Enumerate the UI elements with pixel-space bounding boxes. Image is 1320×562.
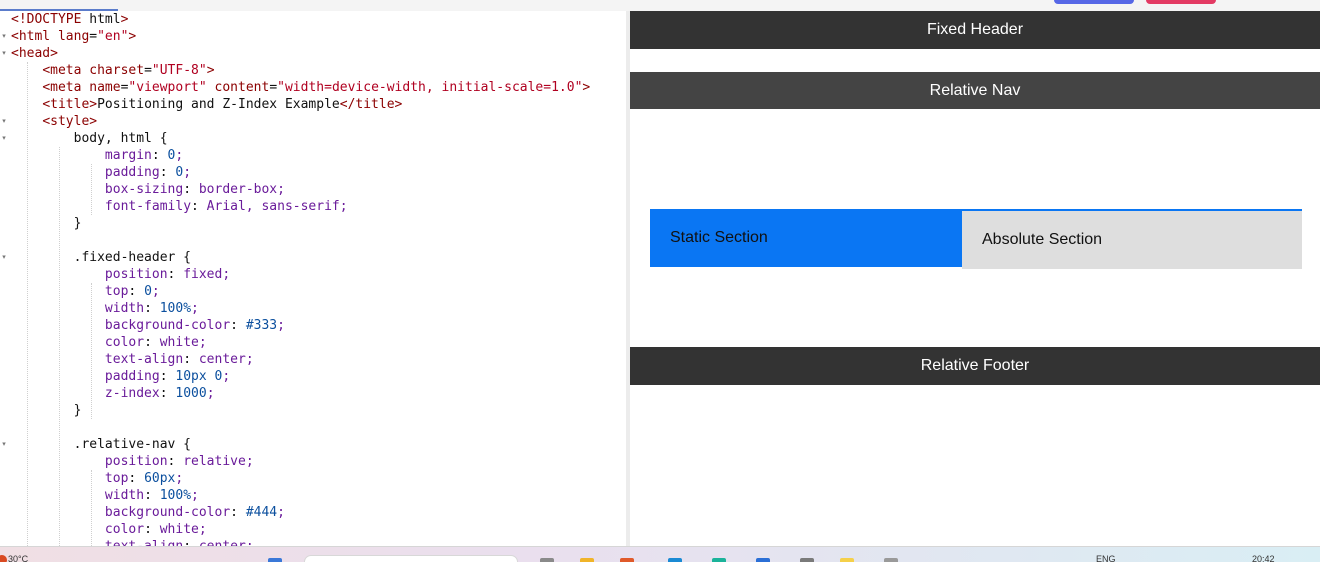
start-icon[interactable] <box>268 558 282 562</box>
code-line[interactable]: top: 60px; <box>0 470 626 487</box>
active-app-icon[interactable] <box>840 558 854 562</box>
fixed-header: Fixed Header <box>630 11 1320 49</box>
static-section: Static Section <box>650 209 962 267</box>
taskbar-search-box[interactable] <box>304 555 518 562</box>
code-line[interactable]: <meta charset="UTF-8"> <box>0 62 626 79</box>
code-editor[interactable]: <!DOCTYPE html> ▾ <html lang="en"> ▾ <head> … <box>0 11 626 546</box>
edge-icon[interactable] <box>712 558 726 562</box>
code-line[interactable]: .fixed-header { <box>0 249 626 266</box>
task-view-icon[interactable] <box>540 558 554 562</box>
code-line[interactable]: } <box>0 215 626 232</box>
chrome-icon[interactable] <box>884 558 898 562</box>
code-line[interactable]: text-align: center; <box>0 538 626 546</box>
code-line[interactable]: color: white; <box>0 521 626 538</box>
preview-pane: Fixed Header Relative Nav Static Section… <box>630 11 1320 546</box>
code-line[interactable] <box>0 419 626 436</box>
code-line[interactable]: margin: 0; <box>0 147 626 164</box>
store-icon[interactable] <box>756 558 770 562</box>
browser-icon[interactable] <box>668 558 682 562</box>
code-line[interactable]: .relative-nav { <box>0 436 626 453</box>
code-line[interactable]: <style> <box>0 113 626 130</box>
app-window: <!DOCTYPE html> ▾ <html lang="en"> ▾ <head> … <box>0 0 1320 562</box>
code-line[interactable]: font-family: Arial, sans-serif; <box>0 198 626 215</box>
app-icon[interactable] <box>620 558 634 562</box>
code-line[interactable]: background-color: #444; <box>0 504 626 521</box>
absolute-section: Absolute Section <box>962 209 1302 269</box>
code-line[interactable]: top: 0; <box>0 283 626 300</box>
code-line[interactable]: box-sizing: border-box; <box>0 181 626 198</box>
weather-icon[interactable] <box>0 555 7 562</box>
run-button[interactable] <box>1054 0 1134 4</box>
code-line[interactable]: position: relative; <box>0 453 626 470</box>
code-line[interactable]: } <box>0 402 626 419</box>
code-line[interactable]: padding: 0; <box>0 164 626 181</box>
code-line[interactable]: <meta name="viewport" content="width=dev… <box>0 79 626 96</box>
clock[interactable]: 20:42 <box>1252 554 1275 562</box>
code-line[interactable]: background-color: #333; <box>0 317 626 334</box>
code-line[interactable]: z-index: 1000; <box>0 385 626 402</box>
taskbar: 30°C ENG 20:42 <box>0 546 1320 562</box>
weather-temperature[interactable]: 30°C <box>8 554 28 562</box>
code-line[interactable] <box>0 232 626 249</box>
stop-button[interactable] <box>1146 0 1216 4</box>
code-line[interactable]: <!DOCTYPE html> <box>0 11 626 28</box>
code-line[interactable]: <html lang="en"> <box>0 28 626 45</box>
code-line[interactable]: <head> <box>0 45 626 62</box>
relative-nav: Relative Nav <box>630 72 1320 109</box>
code-line[interactable]: <title>Positioning and Z-Index Example</… <box>0 96 626 113</box>
code-line[interactable]: position: fixed; <box>0 266 626 283</box>
relative-footer: Relative Footer <box>630 347 1320 385</box>
language-indicator[interactable]: ENG <box>1096 554 1116 562</box>
code-line[interactable]: color: white; <box>0 334 626 351</box>
code-line[interactable]: width: 100%; <box>0 300 626 317</box>
code-line[interactable]: width: 100%; <box>0 487 626 504</box>
code-line[interactable]: padding: 10px 0; <box>0 368 626 385</box>
file-explorer-icon[interactable] <box>580 558 594 562</box>
code-line[interactable]: text-align: center; <box>0 351 626 368</box>
settings-icon[interactable] <box>800 558 814 562</box>
code-line[interactable]: body, html { <box>0 130 626 147</box>
